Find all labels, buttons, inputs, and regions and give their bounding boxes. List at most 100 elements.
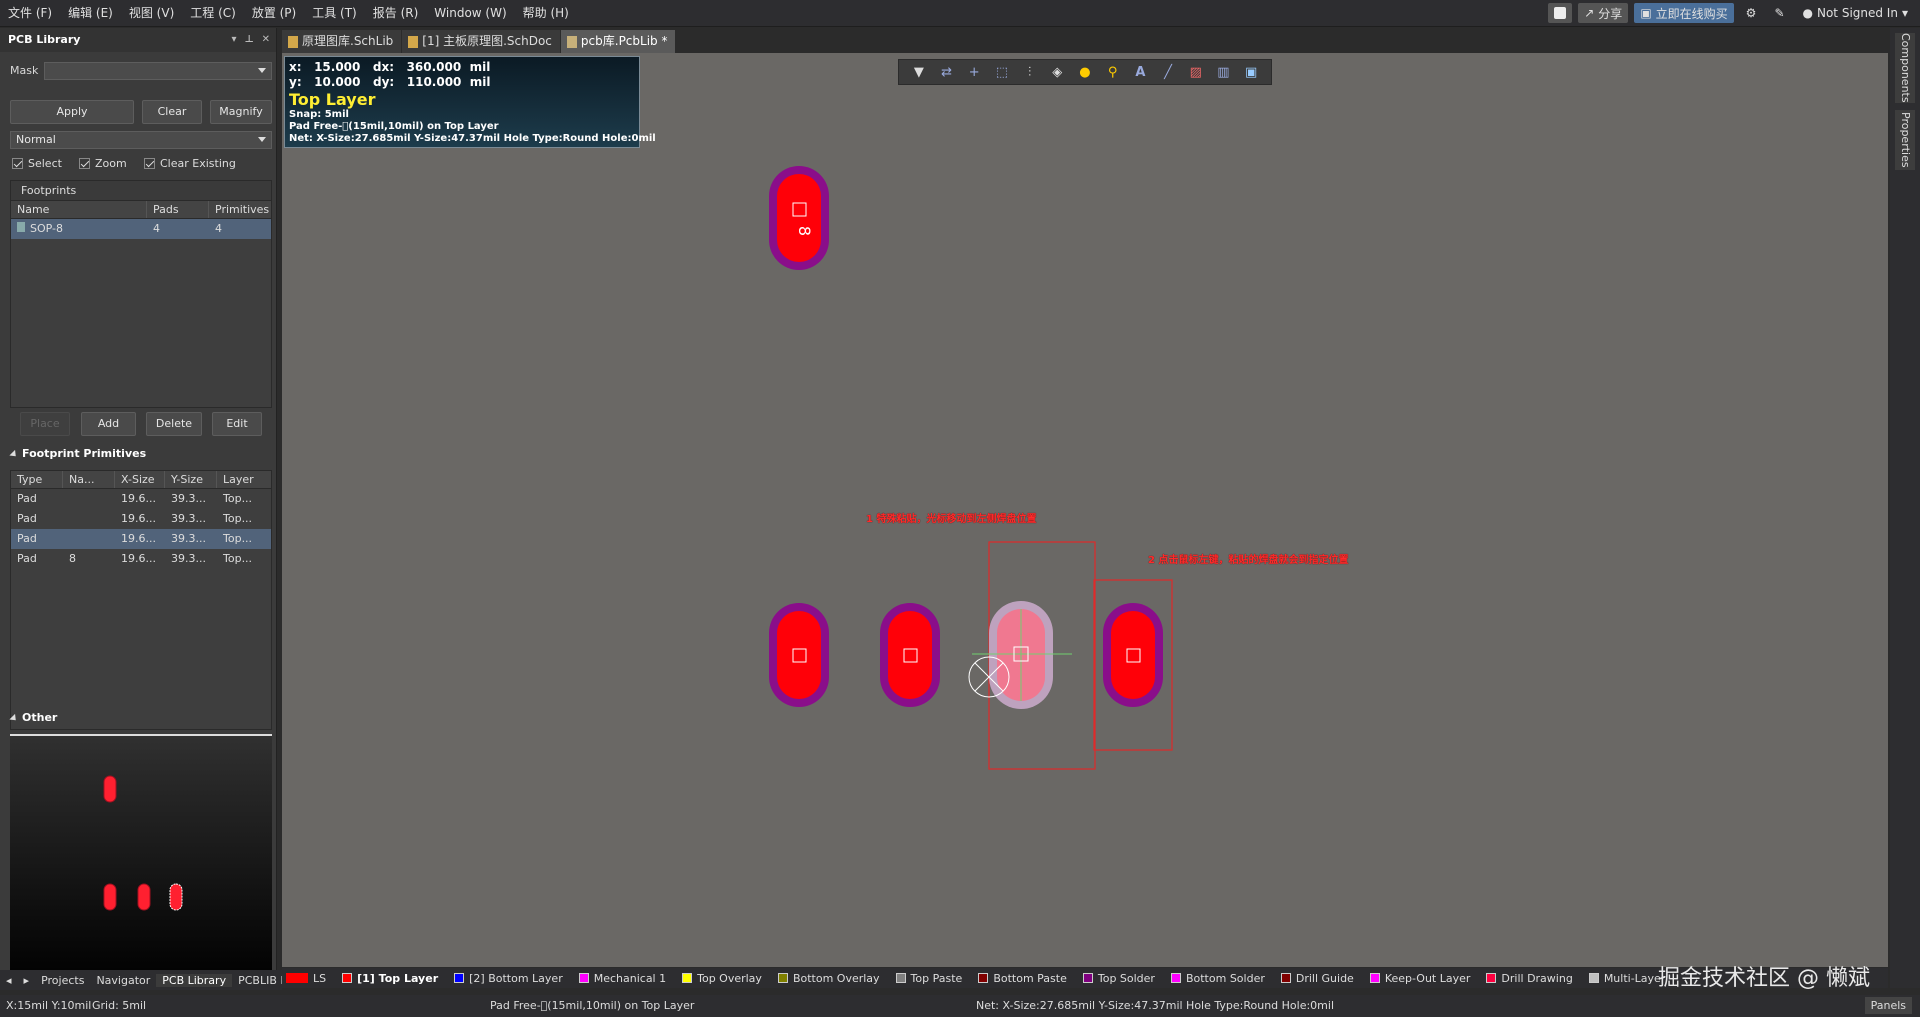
- settings-button[interactable]: ⚙: [1740, 3, 1763, 23]
- tab-pcblib[interactable]: pcb库.PcbLib *: [560, 30, 676, 53]
- footprint-primitives-header[interactable]: Footprint Primitives: [10, 447, 146, 460]
- footprint-name: SOP-8: [11, 219, 147, 239]
- place-button[interactable]: Place: [20, 412, 70, 436]
- status-bar: X:15mil Y:10mil Grid: 5mil Pad Free- (15…: [0, 995, 1920, 1017]
- pasted-pad-ghost[interactable]: [968, 541, 1096, 770]
- panel-menu-icon[interactable]: ▾: [231, 28, 236, 52]
- layer-tab-drill-guide[interactable]: Drill Guide: [1273, 972, 1362, 985]
- select-rect-icon[interactable]: ⬚: [993, 63, 1011, 81]
- menu-reports[interactable]: 报告 (R): [365, 0, 427, 27]
- layer-tab-bottom-layer[interactable]: [2] Bottom Layer: [446, 972, 571, 985]
- primitive-row[interactable]: Pad 19.6... 39.3... Top...: [11, 489, 271, 509]
- prim-name: [63, 509, 115, 529]
- layer-tab-top-paste[interactable]: Top Paste: [888, 972, 971, 985]
- pad-2[interactable]: [880, 603, 940, 707]
- layer-tab-bottom-paste[interactable]: Bottom Paste: [970, 972, 1075, 985]
- col-x-size[interactable]: X-Size: [115, 471, 165, 488]
- layer-tab-keep-out[interactable]: Keep-Out Layer: [1362, 972, 1479, 985]
- other-header[interactable]: Other: [10, 711, 57, 724]
- tab-schdoc[interactable]: [1] 主板原理图.SchDoc: [402, 30, 560, 53]
- tab-pcb-library[interactable]: PCB Library: [156, 973, 233, 987]
- tab-schdoc-label: [1] 主板原理图.SchDoc: [422, 34, 552, 48]
- menu-help[interactable]: 帮助 (H): [515, 0, 577, 27]
- primitive-row[interactable]: Pad 19.6... 39.3... Top...: [11, 509, 271, 529]
- tab-schlib[interactable]: 原理图库.SchLib: [282, 30, 402, 53]
- menu-view[interactable]: 视图 (V): [121, 0, 182, 27]
- pad-8[interactable]: 8: [769, 166, 829, 270]
- line-icon[interactable]: ╱: [1159, 63, 1177, 81]
- primitive-row[interactable]: Pad 19.6... 39.3... Top...: [11, 529, 271, 549]
- menu-place[interactable]: 放置 (P): [244, 0, 304, 27]
- chart-icon[interactable]: ▥: [1214, 63, 1232, 81]
- delete-button[interactable]: Delete: [146, 412, 202, 436]
- menu-window[interactable]: Window (W): [426, 0, 514, 27]
- hud-snap: Snap: 5mil: [289, 109, 349, 120]
- layer-tab-mechanical-1[interactable]: Mechanical 1: [571, 972, 674, 985]
- scroll-left-icon[interactable]: ◂: [0, 974, 18, 987]
- scroll-right-icon[interactable]: ▸: [18, 974, 36, 987]
- close-icon[interactable]: ✕: [262, 28, 270, 52]
- route-icon[interactable]: ⇄: [938, 63, 956, 81]
- col-layer[interactable]: Layer: [217, 471, 271, 488]
- heads-up-display: x: 15.000 dx: 360.000 mil y: 10.000 dy: …: [284, 56, 656, 148]
- zoom-checkbox[interactable]: Zoom: [79, 157, 127, 170]
- pad-icon[interactable]: ⚲: [1104, 63, 1122, 81]
- clear-button[interactable]: Clear: [142, 100, 202, 124]
- footprint-preview[interactable]: [10, 734, 272, 986]
- mask-input[interactable]: [44, 62, 272, 80]
- layer-tab-top-solder[interactable]: Top Solder: [1075, 972, 1163, 985]
- col-pads[interactable]: Pads: [147, 201, 209, 218]
- region-icon[interactable]: ▨: [1187, 63, 1205, 81]
- prim-y: 39.3...: [171, 532, 206, 545]
- footprint-row[interactable]: SOP-8 4 4: [11, 219, 271, 239]
- menu-project[interactable]: 工程 (C): [182, 0, 244, 27]
- filter-mode-select[interactable]: Normal: [10, 131, 272, 149]
- layer-tab-bottom-solder[interactable]: Bottom Solder: [1163, 972, 1273, 985]
- col-name[interactable]: Name: [11, 201, 147, 218]
- share-button[interactable]: ↗ 分享: [1578, 3, 1629, 23]
- col-prim-name[interactable]: Na...: [63, 471, 115, 488]
- pin-icon[interactable]: ⊥: [244, 28, 253, 52]
- menu-edit[interactable]: 编辑 (E): [60, 0, 121, 27]
- menu-file[interactable]: 文件 (F): [0, 0, 60, 27]
- layer-set[interactable]: LS: [282, 972, 334, 985]
- panels-button[interactable]: Panels: [1864, 997, 1912, 1014]
- buy-online-button[interactable]: ▣ 立即在线购买: [1634, 3, 1734, 23]
- filter-icon[interactable]: ▼: [910, 63, 928, 81]
- text-icon[interactable]: A: [1131, 63, 1149, 81]
- via-icon[interactable]: ●: [1076, 63, 1094, 81]
- pad-1[interactable]: [769, 603, 829, 707]
- component-icon[interactable]: ▣: [1242, 63, 1260, 81]
- tab-navigator[interactable]: Navigator: [90, 974, 156, 987]
- primitive-row[interactable]: Pad 8 19.6... 39.3... Top...: [11, 549, 271, 569]
- footprint-prims: 4: [215, 222, 222, 235]
- message-button[interactable]: [1548, 3, 1573, 23]
- layer-tab-top-layer[interactable]: [1] Top Layer: [334, 972, 446, 985]
- edit-button[interactable]: Edit: [212, 412, 262, 436]
- tab-projects[interactable]: Projects: [35, 974, 90, 987]
- menu-tools[interactable]: 工具 (T): [304, 0, 365, 27]
- layer-tab-bottom-overlay[interactable]: Bottom Overlay: [770, 972, 888, 985]
- layer-tab-top-overlay[interactable]: Top Overlay: [674, 972, 770, 985]
- user-button[interactable]: ● Not Signed In ▾: [1797, 3, 1915, 23]
- crosshair-icon[interactable]: +: [965, 63, 983, 81]
- select-checkbox[interactable]: Select: [12, 157, 62, 170]
- tools-button[interactable]: ✎: [1768, 3, 1790, 23]
- pad-4[interactable]: [1093, 579, 1173, 751]
- add-button[interactable]: Add: [81, 412, 136, 436]
- tab-components[interactable]: Components: [1895, 33, 1915, 103]
- col-y-size[interactable]: Y-Size: [165, 471, 217, 488]
- layer-label: Top Overlay: [697, 971, 762, 985]
- magnify-button[interactable]: Magnify: [210, 100, 272, 124]
- apply-button[interactable]: Apply: [10, 100, 134, 124]
- pad-copper: [1111, 611, 1155, 699]
- pcb-canvas[interactable]: 8 1 特殊粘贴，光标移动到左侧焊盘位置 2 点击鼠标左键，粘贴的焊盘就会到指定…: [282, 53, 1888, 967]
- col-type[interactable]: Type: [11, 471, 63, 488]
- align-icon[interactable]: ⫶: [1021, 63, 1039, 81]
- chevron-down-icon: [258, 137, 266, 142]
- tab-properties[interactable]: Properties: [1895, 110, 1915, 170]
- layer-stack-icon[interactable]: ◈: [1048, 63, 1066, 81]
- col-primitives[interactable]: Primitives: [209, 201, 271, 218]
- clear-existing-checkbox[interactable]: Clear Existing: [144, 157, 236, 170]
- layer-tab-drill-drawing[interactable]: Drill Drawing: [1478, 972, 1580, 985]
